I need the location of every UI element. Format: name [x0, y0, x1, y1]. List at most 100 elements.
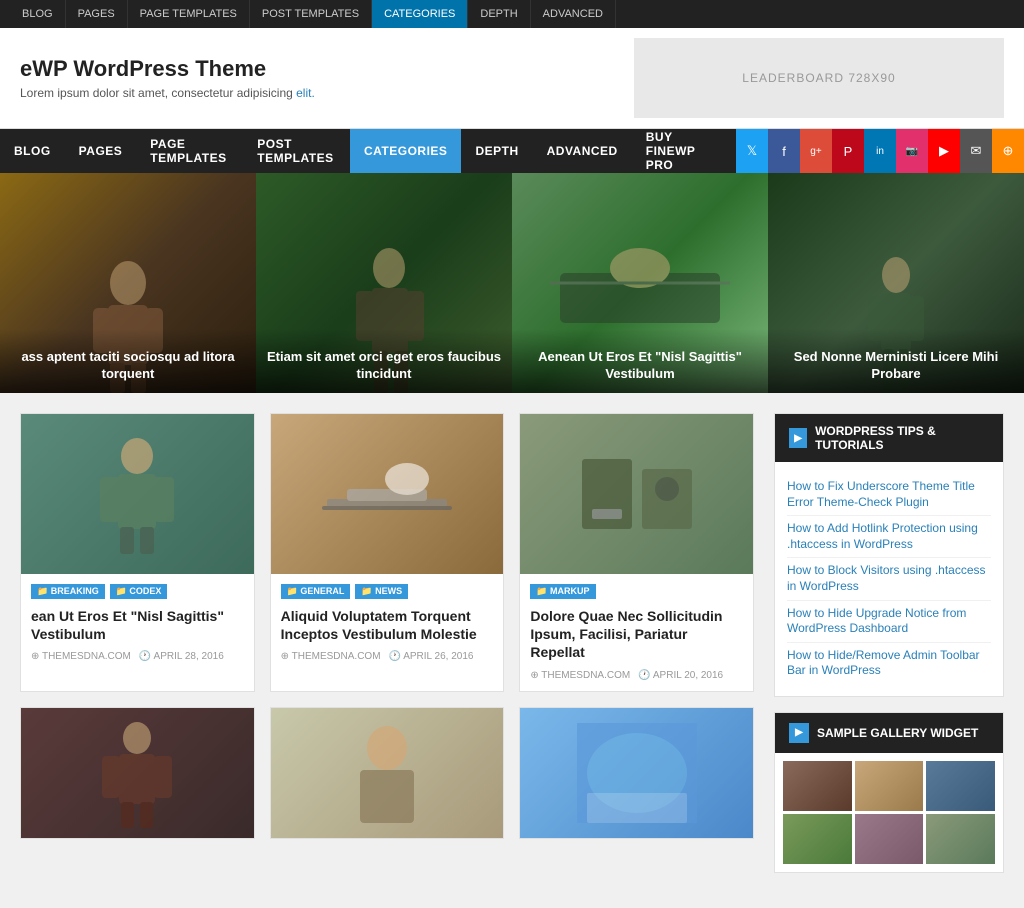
- post-thumb-1: [21, 414, 254, 574]
- hero-item-3[interactable]: Aenean Ut Eros Et "Nisl Sagittis" Vestib…: [512, 173, 768, 393]
- admin-tab-categories[interactable]: CATEGORIES: [372, 0, 468, 28]
- widget-gallery-header: ▶ SAMPLE GALLERY WIDGET: [775, 713, 1003, 753]
- post-author-3: ⊕ THEMESDNA.COM: [530, 670, 630, 681]
- post-body-2: 📁 GENERAL 📁 NEWS Aliquid Voluptatem Torq…: [271, 574, 504, 672]
- site-tagline: Lorem ipsum dolor sit amet, consectetur …: [20, 86, 614, 100]
- widget-link-4[interactable]: How to Hide Upgrade Notice from WordPres…: [787, 601, 991, 643]
- post-tags-1: 📁 BREAKING 📁 CODEX: [31, 584, 244, 599]
- post-meta-2: ⊕ THEMESDNA.COM 🕐 APRIL 26, 2016: [281, 651, 494, 662]
- nav-item-pages[interactable]: PAGES: [65, 129, 137, 173]
- header-ad: LEADERBOARD 728X90: [634, 38, 1004, 118]
- gallery-thumb-1[interactable]: [783, 761, 852, 811]
- post-thumb-bot-3: [520, 708, 753, 838]
- widget-wp-tips-content: How to Fix Underscore Theme Title Error …: [775, 462, 1003, 696]
- post-tags-3: 📁 MARKUP: [530, 584, 743, 599]
- hero-item-2[interactable]: Etiam sit amet orci eget eros faucibus t…: [256, 173, 512, 393]
- social-youtube-icon[interactable]: ▶: [928, 129, 960, 173]
- admin-tab-post-templates[interactable]: POST TEMPLATES: [250, 0, 372, 28]
- social-twitter-icon[interactable]: 𝕏: [736, 129, 768, 173]
- widget-arrow-icon: ▶: [789, 428, 807, 448]
- nav-item-advanced[interactable]: ADVANCED: [533, 129, 632, 173]
- nav-social: 𝕏 f g+ P in 📷 ▶ ✉ ⊕: [736, 129, 1024, 173]
- nav-item-post-templates[interactable]: POST TEMPLATES: [243, 129, 350, 173]
- social-linkedin-icon[interactable]: in: [864, 129, 896, 173]
- social-instagram-icon[interactable]: 📷: [896, 129, 928, 173]
- hero-overlay-1: ass aptent taciti sociosqu ad litora tor…: [0, 329, 256, 393]
- post-tags-2: 📁 GENERAL 📁 NEWS: [281, 584, 494, 599]
- nav-item-blog[interactable]: BLOG: [0, 129, 65, 173]
- post-title-2: Aliquid Voluptatem Torquent Inceptos Ves…: [281, 607, 494, 643]
- widget-link-2[interactable]: How to Add Hotlink Protection using .hta…: [787, 516, 991, 558]
- post-tag-breaking[interactable]: 📁 BREAKING: [31, 584, 105, 599]
- widget-link-1[interactable]: How to Fix Underscore Theme Title Error …: [787, 474, 991, 516]
- widget-gallery-arrow-icon: ▶: [789, 723, 809, 743]
- site-header: eWP WordPress Theme Lorem ipsum dolor si…: [0, 28, 1024, 129]
- sidebar: ▶ WORDPRESS TIPS & TUTORIALS How to Fix …: [774, 413, 1004, 888]
- post-tag-general[interactable]: 📁 GENERAL: [281, 584, 351, 599]
- content-area: 📁 BREAKING 📁 CODEX ean Ut Eros Et "Nisl …: [0, 393, 1024, 908]
- gallery-grid: [775, 753, 1003, 872]
- post-title-3: Dolore Quae Nec Sollicitudin Ipsum, Faci…: [530, 607, 743, 662]
- post-thumb-2: [271, 414, 504, 574]
- main-nav: BLOG PAGES PAGE TEMPLATES POST TEMPLATES…: [0, 129, 1024, 173]
- post-card-2[interactable]: 📁 GENERAL 📁 NEWS Aliquid Voluptatem Torq…: [270, 413, 505, 692]
- hero-overlay-4: Sed Nonne Merninisti Licere Mihi Probare: [768, 329, 1024, 393]
- widget-link-3[interactable]: How to Block Visitors using .htaccess in…: [787, 558, 991, 600]
- admin-tab-page-templates[interactable]: PAGE TEMPLATES: [128, 0, 250, 28]
- widget-link-5[interactable]: How to Hide/Remove Admin Toolbar Bar in …: [787, 643, 991, 684]
- post-thumb-bot-1: [21, 708, 254, 838]
- gallery-thumb-4[interactable]: [783, 814, 852, 864]
- hero-slider: ass aptent taciti sociosqu ad litora tor…: [0, 173, 1024, 393]
- nav-item-depth[interactable]: DEPTH: [461, 129, 532, 173]
- header-left: eWP WordPress Theme Lorem ipsum dolor si…: [0, 46, 634, 110]
- social-facebook-icon[interactable]: f: [768, 129, 800, 173]
- site-title: eWP WordPress Theme: [20, 56, 614, 82]
- post-tag-markup[interactable]: 📁 MARKUP: [530, 584, 595, 599]
- post-thumb-3: [520, 414, 753, 574]
- post-card-3[interactable]: 📁 MARKUP Dolore Quae Nec Sollicitudin Ip…: [519, 413, 754, 692]
- admin-bar: BLOG PAGES PAGE TEMPLATES POST TEMPLATES…: [0, 0, 1024, 28]
- post-meta-1: ⊕ THEMESDNA.COM 🕐 APRIL 28, 2016: [31, 651, 244, 662]
- admin-tab-depth[interactable]: DEPTH: [468, 0, 530, 28]
- admin-tab-blog[interactable]: BLOG: [10, 0, 66, 28]
- post-card-1[interactable]: 📁 BREAKING 📁 CODEX ean Ut Eros Et "Nisl …: [20, 413, 255, 692]
- post-author-1: ⊕ THEMESDNA.COM: [31, 651, 131, 662]
- post-date-3: 🕐 APRIL 20, 2016: [638, 670, 723, 681]
- post-tag-news[interactable]: 📁 NEWS: [355, 584, 408, 599]
- gallery-thumb-5[interactable]: [855, 814, 924, 864]
- post-card-bottom-1[interactable]: [20, 707, 255, 839]
- post-tag-codex[interactable]: 📁 CODEX: [110, 584, 168, 599]
- widget-gallery: ▶ SAMPLE GALLERY WIDGET: [774, 712, 1004, 873]
- widget-wp-tips: ▶ WORDPRESS TIPS & TUTORIALS How to Fix …: [774, 413, 1004, 697]
- admin-bar-tabs: BLOG PAGES PAGE TEMPLATES POST TEMPLATES…: [10, 0, 616, 28]
- social-gplus-icon[interactable]: g+: [800, 129, 832, 173]
- post-grid-main: 📁 BREAKING 📁 CODEX ean Ut Eros Et "Nisl …: [20, 413, 754, 692]
- nav-item-categories[interactable]: CATEGORIES: [350, 129, 461, 173]
- hero-item-1[interactable]: ass aptent taciti sociosqu ad litora tor…: [0, 173, 256, 393]
- nav-item-buy[interactable]: BUY FINEWP PRO: [632, 129, 736, 173]
- gallery-thumb-2[interactable]: [855, 761, 924, 811]
- gallery-thumb-6[interactable]: [926, 814, 995, 864]
- post-card-bottom-2[interactable]: [270, 707, 505, 839]
- nav-menu: BLOG PAGES PAGE TEMPLATES POST TEMPLATES…: [0, 129, 736, 173]
- social-pinterest-icon[interactable]: P: [832, 129, 864, 173]
- post-grid-bottom: [20, 707, 754, 839]
- admin-tab-pages[interactable]: PAGES: [66, 0, 128, 28]
- post-body-3: 📁 MARKUP Dolore Quae Nec Sollicitudin Ip…: [520, 574, 753, 691]
- post-thumb-bot-2: [271, 708, 504, 838]
- gallery-thumb-3[interactable]: [926, 761, 995, 811]
- post-body-1: 📁 BREAKING 📁 CODEX ean Ut Eros Et "Nisl …: [21, 574, 254, 672]
- post-title-1: ean Ut Eros Et "Nisl Sagittis" Vestibulu…: [31, 607, 244, 643]
- hero-overlay-2: Etiam sit amet orci eget eros faucibus t…: [256, 329, 512, 393]
- social-rss-icon[interactable]: ⊕: [992, 129, 1024, 173]
- widget-wp-tips-title: WORDPRESS TIPS & TUTORIALS: [815, 424, 989, 452]
- hero-overlay-3: Aenean Ut Eros Et "Nisl Sagittis" Vestib…: [512, 329, 768, 393]
- post-author-2: ⊕ THEMESDNA.COM: [281, 651, 381, 662]
- hero-item-4[interactable]: Sed Nonne Merninisti Licere Mihi Probare: [768, 173, 1024, 393]
- nav-item-page-templates[interactable]: PAGE TEMPLATES: [136, 129, 243, 173]
- main-content: 📁 BREAKING 📁 CODEX ean Ut Eros Et "Nisl …: [20, 413, 754, 888]
- admin-tab-advanced[interactable]: ADVANCED: [531, 0, 616, 28]
- post-date-2: 🕐 APRIL 26, 2016: [389, 651, 474, 662]
- post-card-bottom-3[interactable]: [519, 707, 754, 839]
- social-mail-icon[interactable]: ✉: [960, 129, 992, 173]
